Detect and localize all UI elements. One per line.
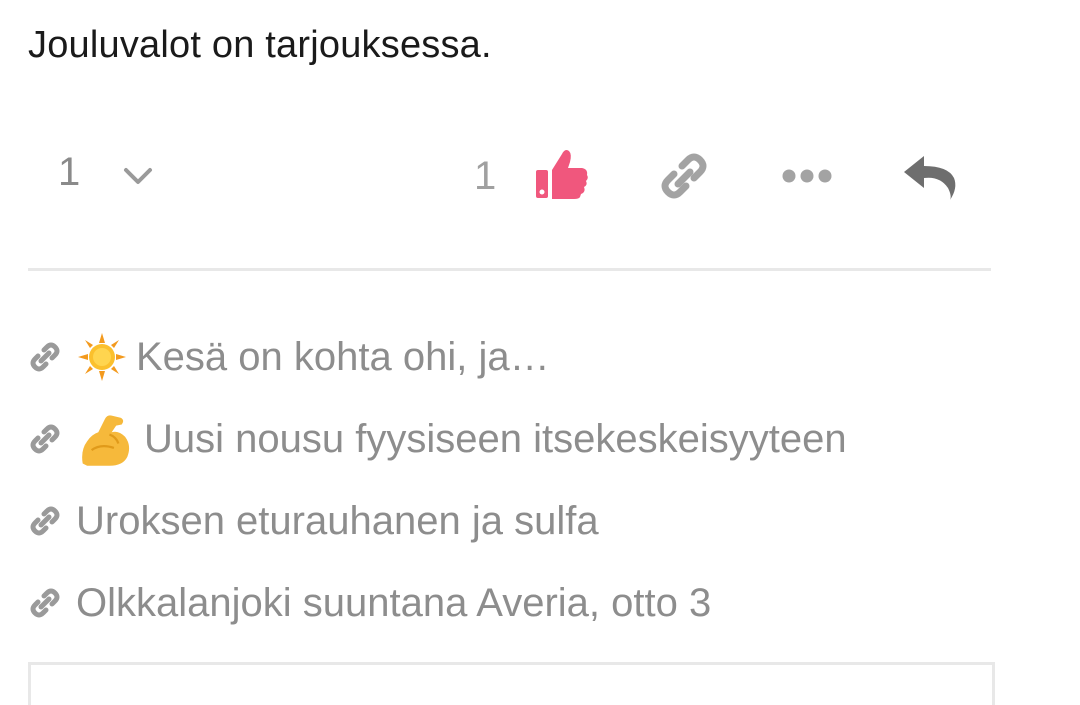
link-icon xyxy=(30,424,60,454)
reply-count[interactable]: 1 xyxy=(58,150,80,195)
link-icon xyxy=(30,342,60,372)
linked-topic-item[interactable]: Uusi nousu fyysiseen itsekeskeisyyteen xyxy=(28,398,1028,480)
linked-topic-item[interactable]: Olkkalanjoki suuntana Averia, otto 3 xyxy=(28,562,1028,644)
linked-topic-title[interactable]: Uusi nousu fyysiseen itsekeskeisyyteen xyxy=(144,417,847,462)
link-icon xyxy=(30,506,60,536)
next-post-container xyxy=(28,662,995,705)
linked-topic-item[interactable]: Kesä on kohta ohi, ja… xyxy=(28,316,1028,398)
linked-topic-title[interactable]: Kesä on kohta ohi, ja… xyxy=(136,335,550,380)
linked-topic-title[interactable]: Olkkalanjoki suuntana Averia, otto 3 xyxy=(76,581,711,626)
post-actions-bar: 1 1 xyxy=(0,140,1080,216)
linked-topics-list: Kesä on kohta ohi, ja… Uusi nousu fyysis… xyxy=(28,316,1028,644)
like-count[interactable]: 1 xyxy=(474,154,496,199)
chevron-down-icon[interactable] xyxy=(120,158,156,194)
reply-icon[interactable] xyxy=(900,148,960,204)
more-icon[interactable] xyxy=(780,156,834,196)
link-icon xyxy=(30,588,60,618)
thumbs-up-icon[interactable] xyxy=(534,146,590,202)
sun-emoji-icon xyxy=(78,333,126,381)
linked-topic-item[interactable]: Uroksen eturauhanen ja sulfa xyxy=(28,480,1028,562)
divider xyxy=(28,268,991,271)
post-body-text: Jouluvalot on tarjouksessa. xyxy=(28,24,492,66)
link-icon[interactable] xyxy=(656,148,712,204)
linked-topic-title[interactable]: Uroksen eturauhanen ja sulfa xyxy=(76,499,599,544)
flexed-biceps-emoji-icon xyxy=(82,415,130,466)
